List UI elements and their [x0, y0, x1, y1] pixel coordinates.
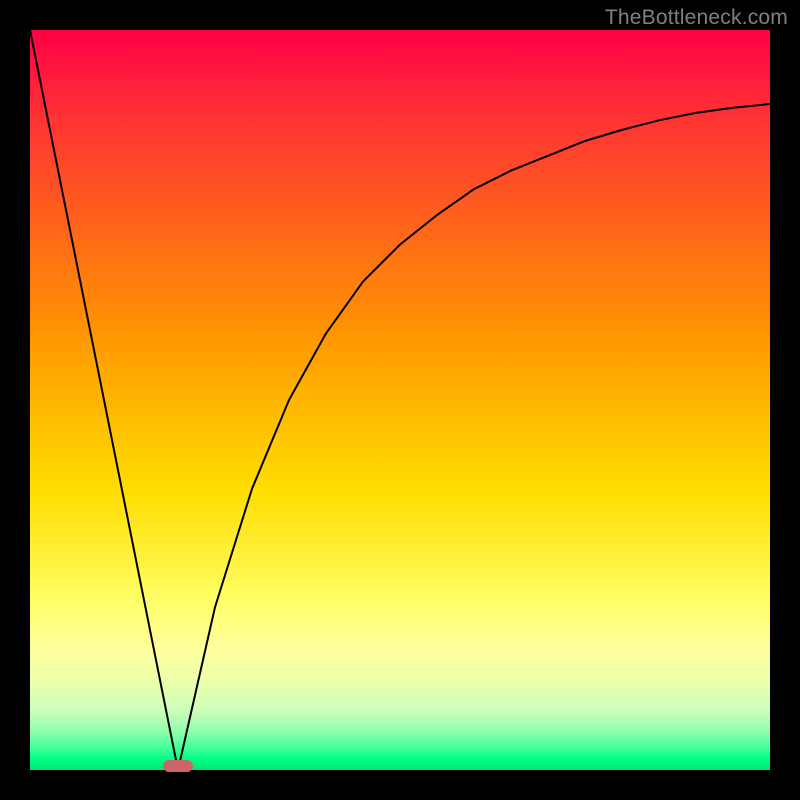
plot-area: [30, 30, 770, 770]
chart-frame: TheBottleneck.com: [0, 0, 800, 800]
curve-right-segment: [178, 104, 770, 770]
curve-svg: [30, 30, 770, 770]
watermark-text: TheBottleneck.com: [605, 6, 788, 30]
curve-left-segment: [30, 30, 178, 770]
optimal-marker: [163, 760, 193, 772]
